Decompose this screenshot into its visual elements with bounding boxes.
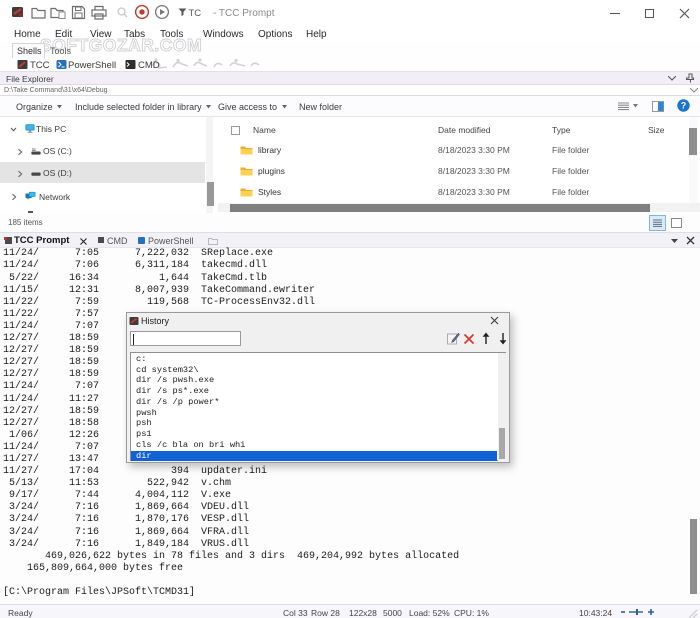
svg-text:?: ? (681, 101, 687, 111)
